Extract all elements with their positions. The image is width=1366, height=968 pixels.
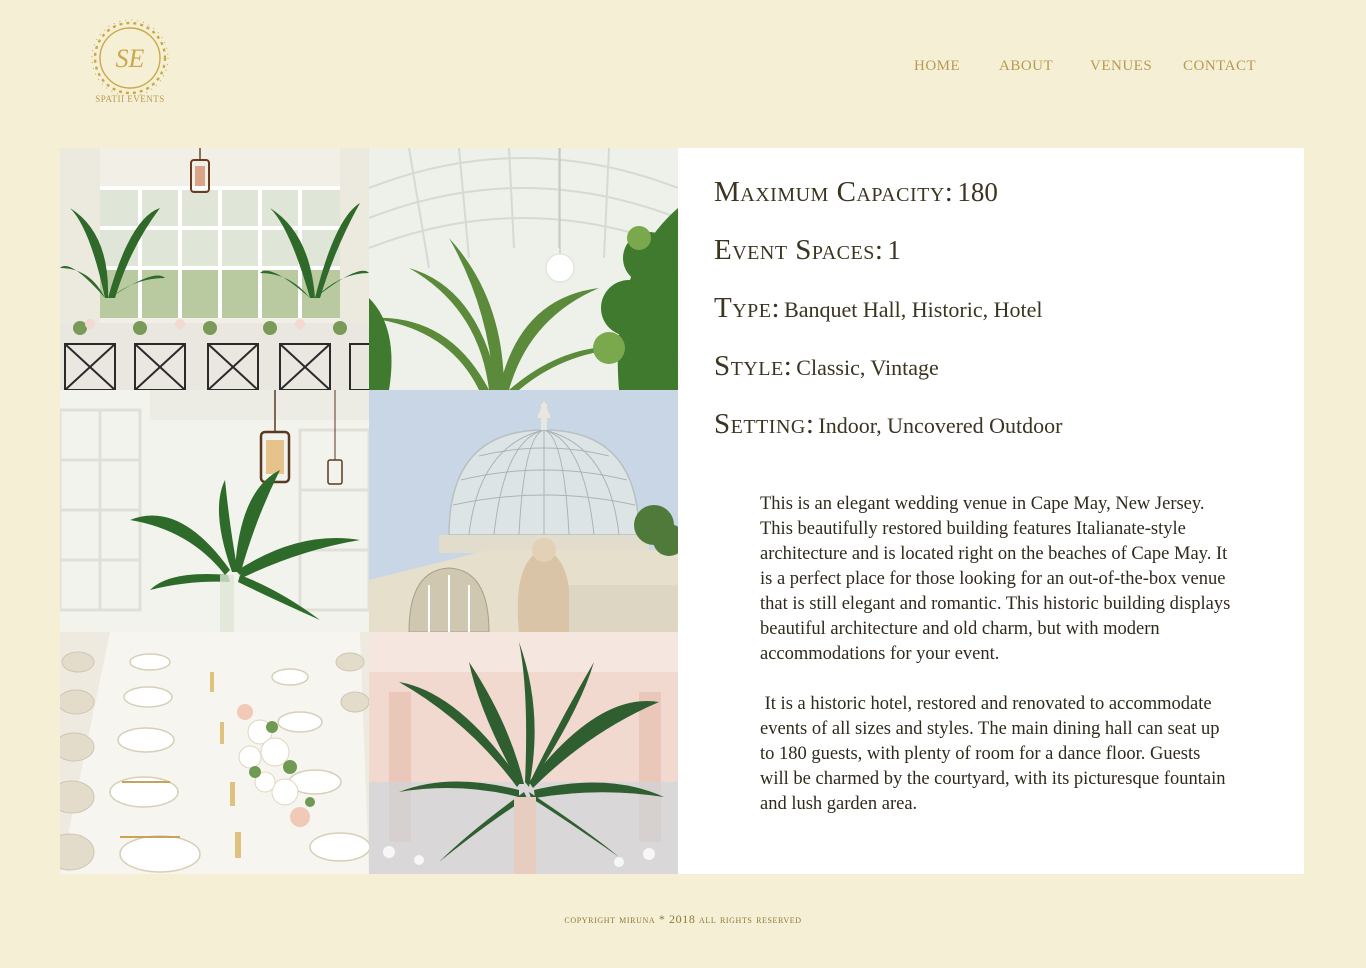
event-spaces-label: Event Spaces:: [714, 234, 884, 266]
venue-description-1: This is an elegant wedding venue in Cape…: [760, 494, 1231, 664]
glass-dome-photo[interactable]: [369, 390, 678, 632]
venue-info-panel: Maximum Capacity: 180 Event Spaces: 1 Ty…: [678, 148, 1304, 874]
main-nav: HOME ABOUT VENUES CONTACT: [0, 58, 1366, 82]
venue-photo-gallery: [60, 148, 678, 874]
event-spaces-row: Event Spaces: 1: [714, 234, 901, 267]
type-label: Type:: [714, 292, 781, 324]
nav-venues[interactable]: VENUES: [1090, 58, 1152, 75]
nav-about[interactable]: ABOUT: [999, 58, 1053, 75]
style-row: Style: Classic, Vintage: [714, 350, 939, 383]
hanging-lantern-photo[interactable]: [60, 390, 369, 632]
nav-home[interactable]: HOME: [914, 58, 960, 75]
type-value: Banquet Hall, Historic, Hotel: [784, 297, 1043, 322]
wreath-monogram-icon: SE: [91, 19, 169, 97]
nav-contact[interactable]: CONTACT: [1183, 58, 1256, 75]
setting-label: Setting:: [714, 408, 815, 440]
brand-name: SPATII EVENTS: [95, 94, 165, 104]
style-label: Style:: [714, 350, 793, 382]
setting-value: Indoor, Uncovered Outdoor: [818, 413, 1063, 438]
tropical-banquet-photo[interactable]: [60, 148, 369, 390]
setting-row: Setting: Indoor, Uncovered Outdoor: [714, 408, 1063, 441]
capacity-label: Maximum Capacity:: [714, 176, 954, 208]
style-value: Classic, Vintage: [796, 355, 939, 380]
table-setting-photo[interactable]: [60, 632, 369, 874]
type-row: Type: Banquet Hall, Historic, Hotel: [714, 292, 1043, 325]
palm-centerpiece-photo[interactable]: [369, 632, 678, 874]
capacity-row: Maximum Capacity: 180: [714, 176, 998, 209]
palm-conservatory-photo[interactable]: [369, 148, 678, 390]
event-spaces-value: 1: [887, 235, 901, 265]
footer-copyright: copyright miruna * 2018 all rights reser…: [564, 912, 802, 926]
capacity-value: 180: [957, 177, 998, 207]
venue-description-2: It is a historic hotel, restored and ren…: [760, 694, 1231, 814]
